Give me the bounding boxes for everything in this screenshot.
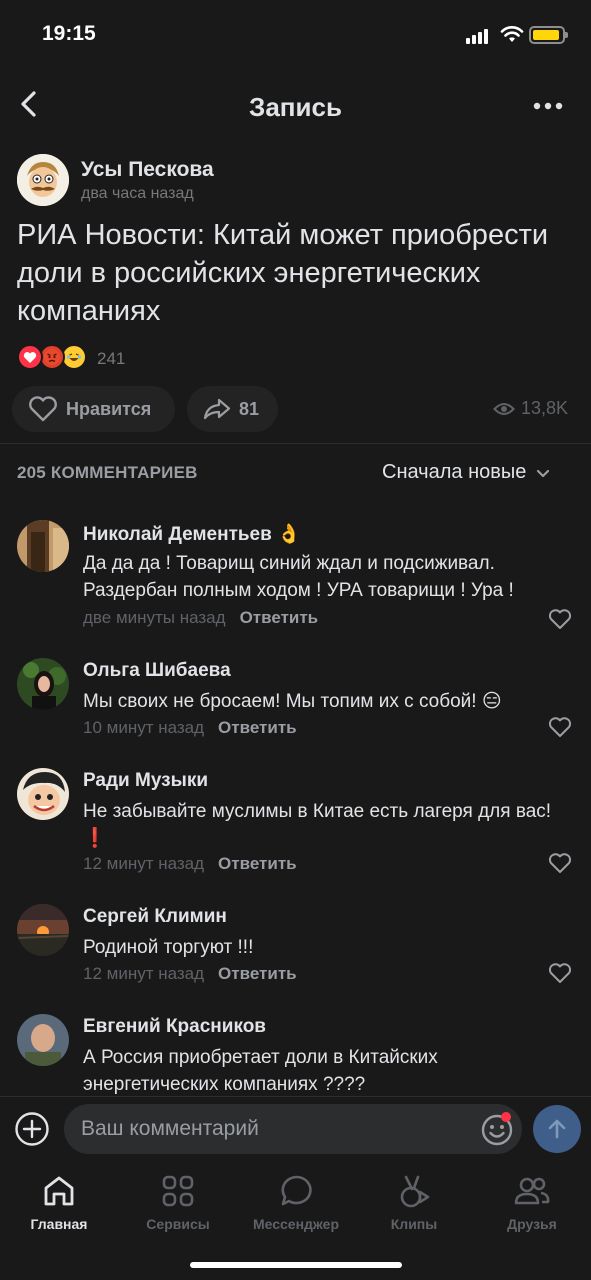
tab-home[interactable]: Главная [0, 1168, 118, 1238]
heart-outline-icon[interactable] [548, 716, 572, 738]
tab-label: Мессенджер [252, 1216, 340, 1232]
tab-friends[interactable]: Друзья [473, 1168, 591, 1238]
heart-outline-icon [29, 396, 57, 422]
reply-button[interactable]: Ответить [218, 718, 297, 737]
cellular-signal-icon [466, 28, 492, 44]
tab-services[interactable]: Сервисы [119, 1168, 237, 1238]
tab-bar: Главная Сервисы Мессенджер Клипы Друзья [0, 1162, 591, 1280]
views-counter: 13,8K [493, 398, 568, 419]
friends-icon [514, 1177, 550, 1205]
share-icon [203, 398, 231, 420]
divider [0, 443, 591, 444]
comment-author[interactable]: Сергей Климин [83, 906, 227, 928]
comment-author[interactable]: Николай Дементьев 👌 [83, 522, 301, 546]
comment-input-bar: Ваш комментарий [0, 1096, 591, 1162]
comment-meta: две минуты назад Ответить [83, 608, 318, 628]
comment-author[interactable]: Евгений Красников [83, 1016, 266, 1038]
reply-button[interactable]: Ответить [218, 964, 297, 983]
nav-header: Запись [0, 72, 591, 138]
comment-text: Не забывайте муслимы в Китае есть лагеря… [83, 801, 552, 849]
tab-messenger[interactable]: Мессенджер [237, 1168, 355, 1238]
heart-outline-icon[interactable] [548, 962, 572, 984]
post-author[interactable]: Усы Пескова [81, 158, 214, 182]
comment-item: Ольга Шибаева Мы своих не бросаем! Мы то… [17, 658, 577, 742]
comment-meta: 10 минут назад Ответить [83, 718, 297, 738]
status-time: 19:15 [42, 22, 96, 45]
arrow-up-icon [548, 1119, 566, 1139]
heart-icon [17, 344, 43, 370]
send-button[interactable] [533, 1105, 581, 1153]
reply-button[interactable]: Ответить [218, 854, 297, 873]
comment-text: Родиной торгуют !!! [83, 937, 254, 958]
comment-item: Николай Дементьев 👌 Да да да ! Товарищ с… [17, 520, 577, 630]
comment-item: Евгений Красников А Россия приобретает д… [17, 1014, 577, 1096]
share-button[interactable]: 81 [187, 386, 278, 432]
comment-input[interactable]: Ваш комментарий [64, 1104, 522, 1154]
services-icon [162, 1175, 194, 1207]
comment-time: две минуты назад [83, 608, 226, 627]
status-bar: 19:15 [0, 0, 591, 70]
tab-label: Главная [30, 1216, 88, 1232]
like-button[interactable]: Нравится [12, 386, 175, 432]
heart-outline-icon[interactable] [548, 608, 572, 630]
comment-text: А Россия приобретает доли в Китайских эн… [83, 1047, 438, 1095]
notification-dot [501, 1112, 511, 1122]
avatar[interactable] [17, 154, 69, 206]
avatar[interactable] [17, 1014, 69, 1066]
eye-icon [493, 402, 515, 415]
ok-hand-emoji: 👌 [277, 524, 301, 545]
sort-label: Сначала новые [382, 461, 527, 483]
comment-time: 12 минут назад [83, 964, 205, 983]
page-title: Запись [249, 92, 342, 122]
comment-text: Да да да ! Товарищ синий ждал и подсижив… [83, 553, 514, 601]
clips-icon [400, 1175, 430, 1208]
post-text: РИА Новости: Китай может приобрести доли… [17, 219, 549, 327]
reply-button[interactable]: Ответить [240, 608, 319, 627]
more-horizontal-icon[interactable] [530, 94, 566, 118]
comment-author[interactable]: Ради Музыки [83, 770, 208, 792]
tab-label: Сервисы [146, 1216, 210, 1232]
comment-meta: 12 минут назад Ответить [83, 854, 297, 874]
heart-outline-icon[interactable] [548, 852, 572, 874]
avatar[interactable] [17, 904, 69, 956]
plus-circle-icon[interactable] [14, 1111, 50, 1147]
post-time: два часа назад [81, 185, 194, 202]
comment-author[interactable]: Ольга Шибаева [83, 660, 231, 682]
like-label: Нравится [66, 398, 152, 419]
comments-count-header: 205 КОММЕНТАРИЕВ [17, 463, 198, 482]
views-count: 13,8K [521, 398, 569, 418]
messenger-icon [281, 1175, 312, 1206]
tab-clips[interactable]: Клипы [355, 1168, 473, 1238]
post-header: Усы Пескова два часа назад [17, 154, 577, 208]
comment-time: 10 минут назад [83, 718, 205, 737]
avatar[interactable] [17, 768, 69, 820]
comment-item: Сергей Климин Родиной торгуют !!! 12 мин… [17, 904, 577, 988]
comment-input-placeholder: Ваш комментарий [81, 1117, 259, 1140]
reactions-count: 241 [97, 349, 126, 368]
tab-label: Клипы [390, 1216, 438, 1232]
comment-time: 12 минут назад [83, 854, 205, 873]
share-count: 81 [239, 398, 260, 419]
comment-text: Мы своих не бросаем! Мы топим их с собой… [83, 691, 502, 712]
battery-icon [529, 26, 568, 44]
tab-label: Друзья [507, 1216, 557, 1232]
avatar[interactable] [17, 520, 69, 572]
wifi-icon [500, 26, 524, 42]
home-icon [44, 1176, 74, 1206]
comment-meta: 12 минут назад Ответить [83, 964, 297, 984]
sort-dropdown[interactable]: Сначала новые [382, 461, 556, 484]
home-indicator [190, 1262, 402, 1268]
avatar[interactable] [17, 658, 69, 710]
chevron-down-icon [537, 469, 550, 477]
comment-item: Ради Музыки Не забывайте муслимы в Китае… [17, 768, 577, 878]
